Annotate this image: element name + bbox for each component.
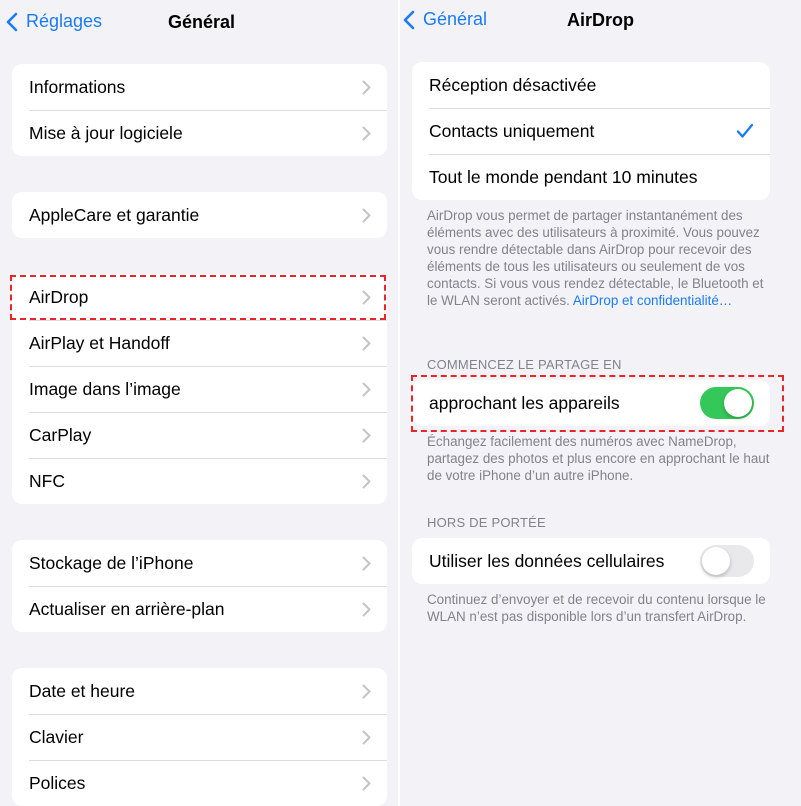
chevron-right-icon bbox=[362, 776, 371, 790]
navigation-bar: Réglages Général bbox=[0, 0, 398, 44]
back-button-label: Général bbox=[423, 9, 488, 29]
back-button-label: Réglages bbox=[26, 11, 103, 31]
chevron-right-icon bbox=[362, 382, 371, 396]
reception-option-off[interactable]: Réception désactivée bbox=[412, 62, 770, 108]
settings-row-keyboard[interactable]: Clavier bbox=[12, 714, 387, 760]
out-of-range-footer: Continuez d’envoyer et de recevoir du co… bbox=[427, 592, 766, 624]
settings-group-applecare: AppleCare et garantie bbox=[12, 192, 387, 238]
settings-row-carplay[interactable]: CarPlay bbox=[12, 412, 387, 458]
settings-group-about: Informations Mise à jour logiciele bbox=[12, 64, 387, 156]
settings-row-background-refresh[interactable]: Actualiser en arrière-plan bbox=[12, 586, 387, 632]
page-title: AirDrop bbox=[567, 10, 634, 30]
use-cellular-data-toggle[interactable] bbox=[700, 545, 754, 577]
settings-row-airplay-handoff[interactable]: AirPlay et Handoff bbox=[12, 320, 387, 366]
back-button[interactable]: Général bbox=[403, 9, 487, 30]
out-of-range-group: Utiliser les données cellulaires bbox=[412, 538, 770, 584]
out-of-range-header: HORS DE PORTÉE bbox=[427, 515, 546, 530]
chevron-right-icon bbox=[362, 336, 371, 350]
page-title: Général bbox=[168, 12, 236, 32]
chevron-right-icon bbox=[362, 730, 371, 744]
start-sharing-header: COMMENCEZ LE PARTAGE EN bbox=[427, 357, 622, 372]
settings-row-iphone-storage[interactable]: Stockage de l’iPhone bbox=[12, 540, 387, 586]
settings-row-software-update[interactable]: Mise à jour logiciele bbox=[12, 110, 387, 156]
settings-row-nfc[interactable]: NFC bbox=[12, 458, 387, 504]
chevron-right-icon bbox=[362, 684, 371, 698]
use-cellular-data-row: Utiliser les données cellulaires bbox=[412, 538, 770, 584]
bring-devices-together-toggle[interactable] bbox=[700, 387, 754, 419]
settings-group-storage: Stockage de l’iPhone Actualiser en arriè… bbox=[12, 540, 387, 632]
settings-row-applecare[interactable]: AppleCare et garantie bbox=[12, 192, 387, 238]
checkmark-icon bbox=[736, 123, 754, 139]
settings-row-airdrop[interactable]: AirDrop bbox=[12, 274, 387, 320]
airdrop-privacy-link[interactable]: AirDrop et confidentialité… bbox=[573, 293, 732, 308]
general-settings-pane: Réglages Général Informations Mise à jou… bbox=[0, 0, 398, 806]
settings-group-locale: Date et heure Clavier Polices bbox=[12, 668, 387, 806]
settings-row-date-time[interactable]: Date et heure bbox=[12, 668, 387, 714]
reception-option-everyone-10-min[interactable]: Tout le monde pendant 10 minutes bbox=[412, 154, 770, 200]
chevron-right-icon bbox=[362, 208, 371, 222]
chevron-right-icon bbox=[362, 428, 371, 442]
settings-row-informations[interactable]: Informations bbox=[12, 64, 387, 110]
start-sharing-group: approchant les appareils bbox=[412, 380, 770, 426]
reception-footer: AirDrop vous permet de partager instanta… bbox=[427, 208, 764, 308]
settings-row-picture-in-picture[interactable]: Image dans l’image bbox=[12, 366, 387, 412]
reception-option-contacts-only[interactable]: Contacts uniquement bbox=[412, 108, 770, 154]
settings-row-fonts[interactable]: Polices bbox=[12, 760, 387, 806]
bring-devices-together-row: approchant les appareils bbox=[412, 380, 770, 426]
chevron-right-icon bbox=[362, 80, 371, 94]
chevron-left-icon bbox=[6, 12, 18, 31]
airdrop-settings-pane: Général AirDrop Réception désactivée Con… bbox=[400, 0, 801, 806]
start-sharing-footer: Échangez facilement des numéros avec Nam… bbox=[427, 434, 770, 483]
chevron-right-icon bbox=[362, 474, 371, 488]
chevron-right-icon bbox=[362, 290, 371, 304]
chevron-left-icon bbox=[403, 10, 415, 29]
chevron-right-icon bbox=[362, 602, 371, 616]
back-button[interactable]: Réglages bbox=[6, 11, 102, 32]
chevron-right-icon bbox=[362, 126, 371, 140]
settings-group-connectivity: AirDrop AirPlay et Handoff Image dans l’… bbox=[12, 274, 387, 504]
navigation-bar: Général AirDrop bbox=[400, 0, 801, 44]
airdrop-reception-group: Réception désactivée Contacts uniquement… bbox=[412, 62, 770, 200]
chevron-right-icon bbox=[362, 556, 371, 570]
